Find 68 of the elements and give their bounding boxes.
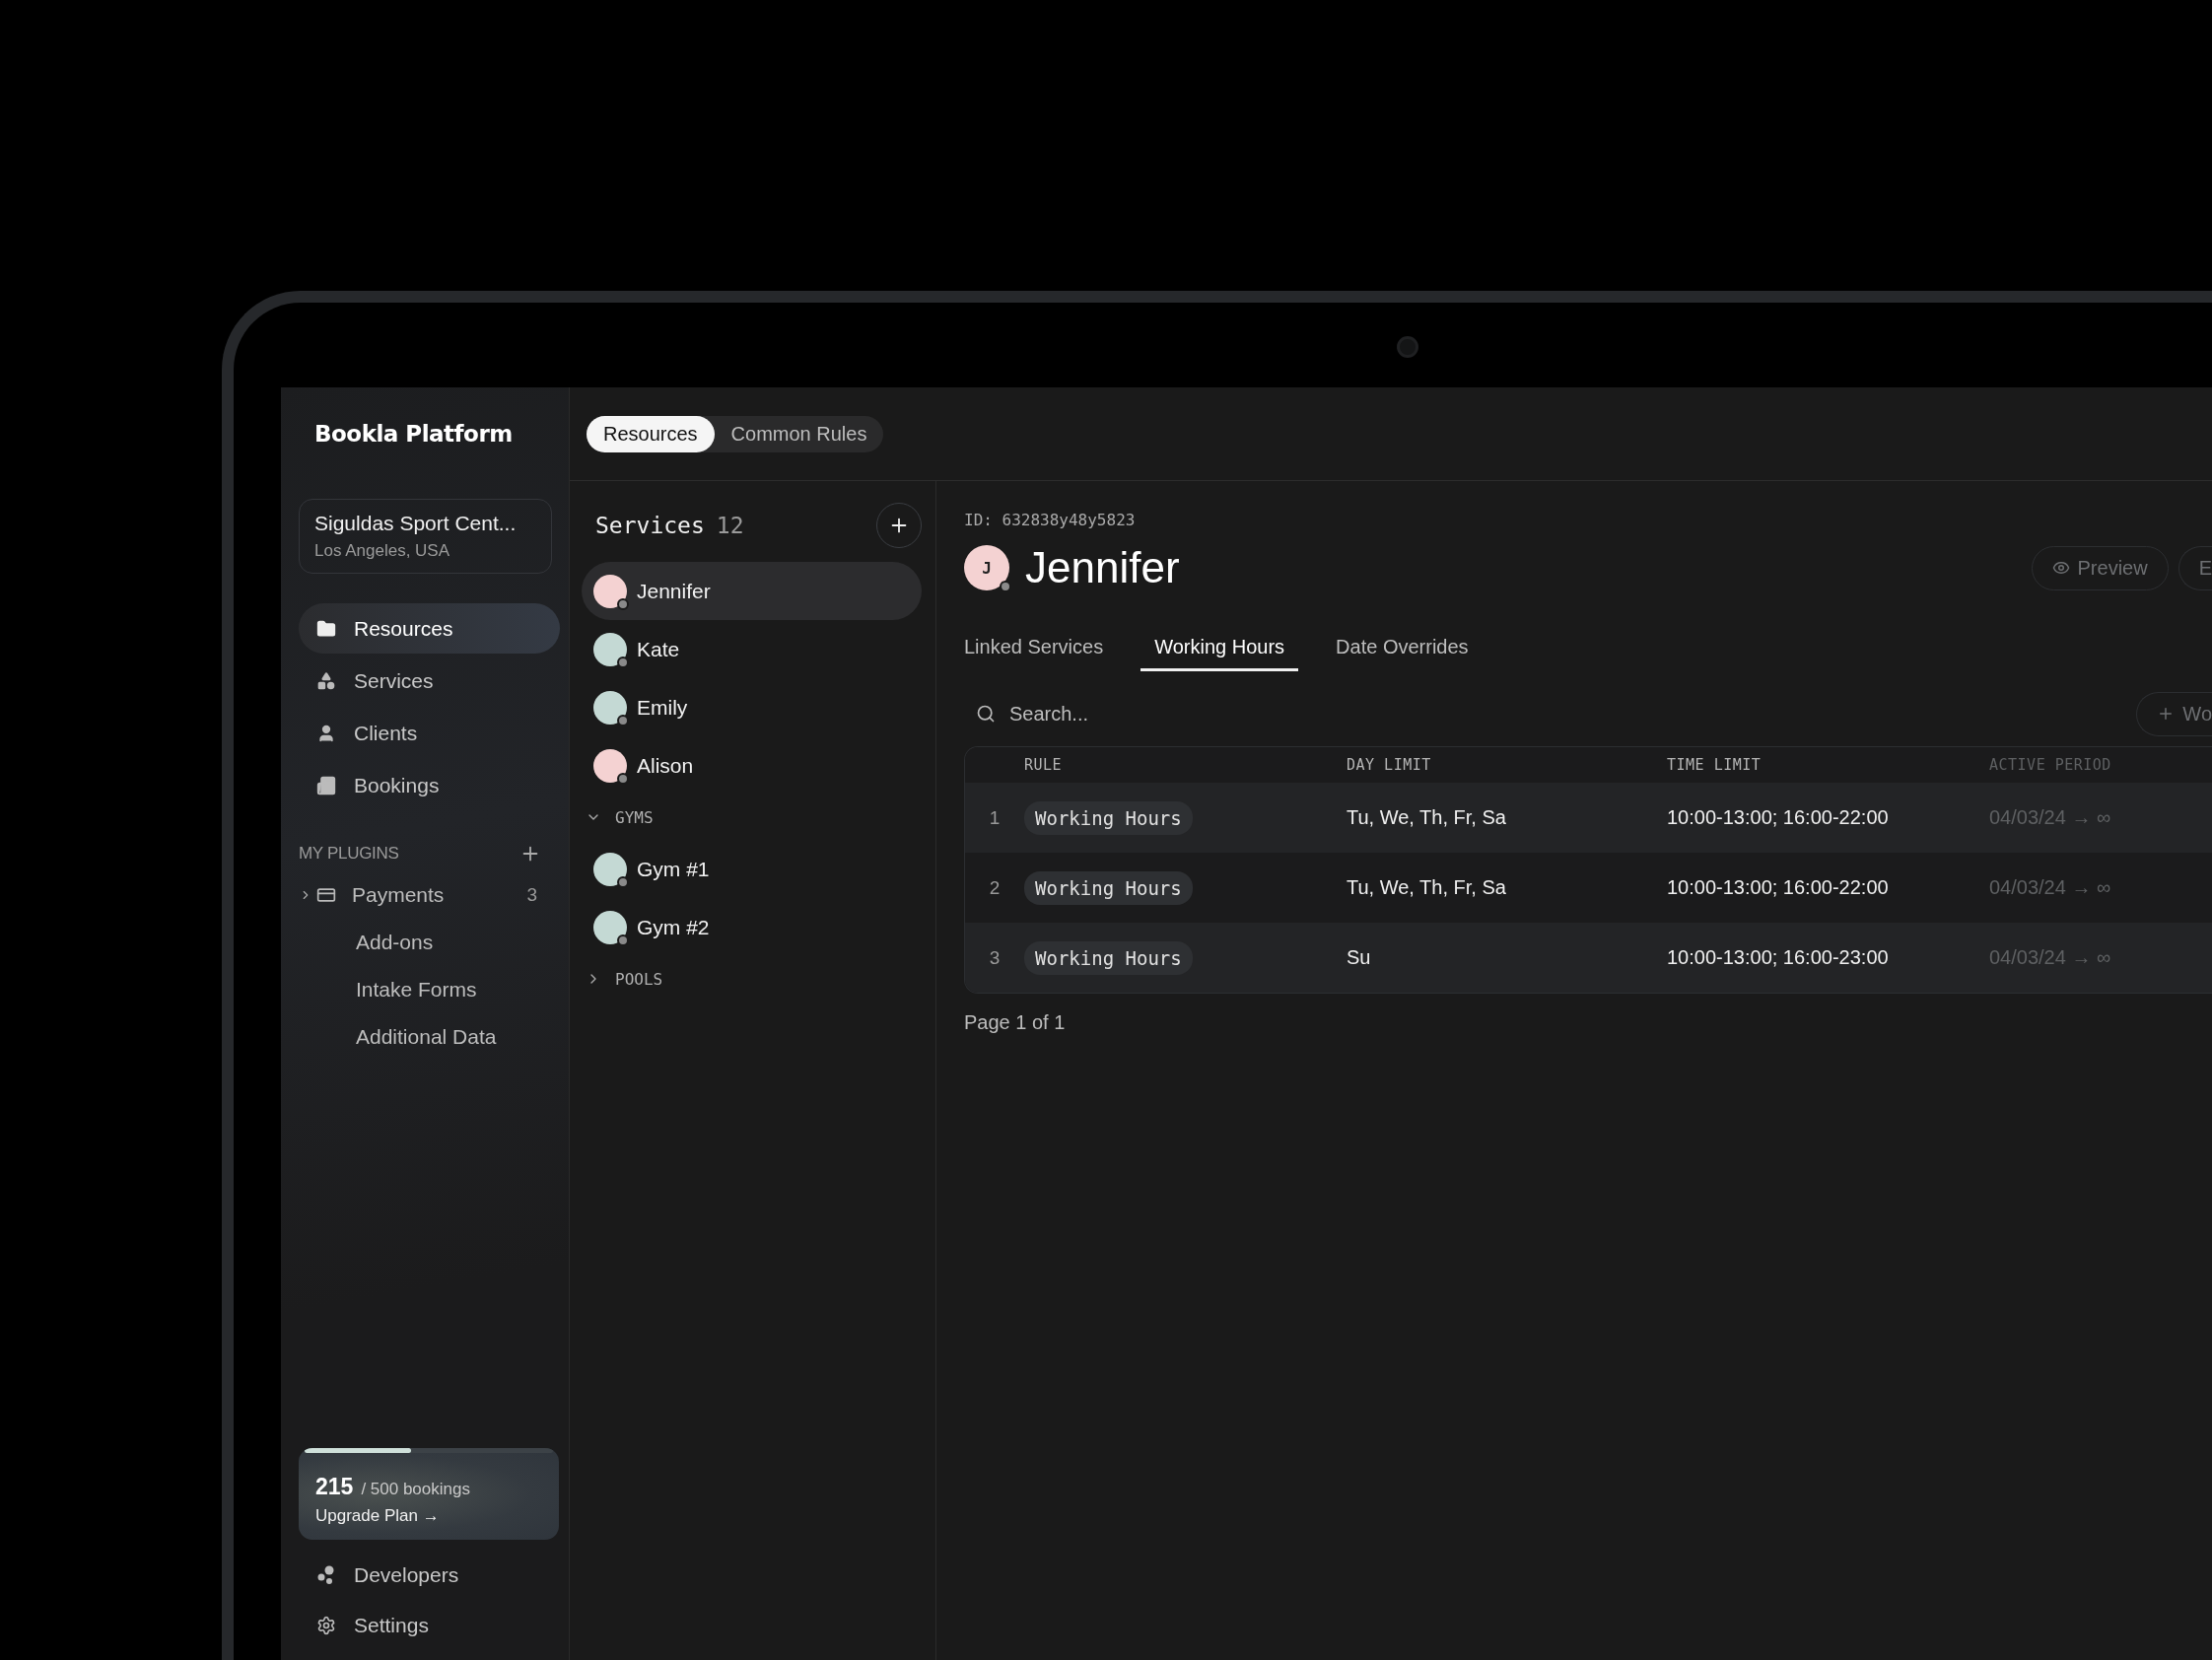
table-cell-text: Su — [1347, 946, 1372, 969]
nav-item[interactable]: Clients — [299, 708, 560, 758]
workspace-location: Los Angeles, USA — [314, 541, 451, 561]
resource-name: Jennifer — [1025, 543, 1180, 592]
resource-id: ID: 632838y48y5823 — [964, 511, 1136, 529]
list-icon — [316, 775, 336, 795]
nav-item[interactable]: Services — [299, 656, 560, 706]
tab[interactable]: Common Rules — [714, 415, 884, 452]
nav-item[interactable]: Settings — [299, 1600, 560, 1650]
tab[interactable]: Working Hours — [1141, 636, 1299, 671]
table-cell-text: Tu, We, Th, Fr, Sa — [1347, 806, 1507, 829]
resource-item[interactable]: Alison — [582, 736, 922, 795]
column-header: RULE — [1024, 756, 1064, 774]
rule-tag: Working Hours — [1024, 800, 1193, 835]
nav-item[interactable]: Bookings — [299, 760, 560, 810]
row-number: 2 — [989, 876, 1001, 899]
card-icon — [316, 885, 336, 905]
search-icon — [976, 704, 996, 724]
plugin-item[interactable]: Add-ons — [299, 919, 551, 966]
pagination-text: Page 1 of 1 — [964, 1011, 1066, 1034]
plugin-item[interactable]: Intake Forms — [299, 966, 551, 1013]
table-cell-text: 04/03/24 → ∞ — [1989, 806, 2112, 829]
group-header[interactable]: GYMS — [582, 795, 922, 840]
panel-title: Services 12 — [595, 513, 744, 538]
column-header: DAY LIMIT — [1347, 756, 1432, 774]
table-row[interactable]: 1 Working Hours Tu, We, Th, Fr, Sa 10:00-13:00; 16:00-22:00 04/03/24 → ∞ — [965, 783, 2212, 853]
table-cell-text: 10:00-13:00; 16:00-23:00 — [1667, 946, 1890, 969]
table-cell-text: 10:00-13:00; 16:00-22:00 — [1667, 806, 1890, 829]
upgrade-link[interactable]: Upgrade Plan → — [315, 1506, 440, 1526]
section-title: MY PLUGINS — [299, 844, 399, 864]
brand-logo: Bookla Platform — [313, 420, 514, 449]
avatar: J — [964, 545, 1009, 590]
row-number: 3 — [989, 946, 1001, 969]
shapes-icon — [316, 670, 336, 691]
tab[interactable]: Resources — [587, 415, 715, 452]
search-field[interactable]: Search... — [1007, 701, 1303, 726]
dots-icon — [316, 1564, 336, 1585]
camera-icon — [1397, 336, 1418, 358]
table-cell-text: Tu, We, Th, Fr, Sa — [1347, 876, 1507, 899]
resource-item[interactable]: Gym #1 — [582, 840, 922, 898]
settings-icon — [316, 1615, 336, 1635]
usage-count: 215 — [315, 1474, 354, 1500]
workspace-name: Siguldas Sport Cent... — [314, 512, 518, 535]
eye-icon — [2051, 559, 2070, 577]
column-header: TIME LIMIT — [1667, 756, 1763, 774]
rule-tag: Working Hours — [1024, 940, 1193, 975]
resource-item[interactable]: Gym #2 — [582, 898, 922, 956]
table-cell-text: 04/03/24 → ∞ — [1989, 946, 2112, 969]
user-icon — [316, 723, 336, 743]
workspace-switcher[interactable]: Siguldas Sport Cent... Los Angeles, USA — [299, 499, 552, 574]
resource-item[interactable]: Jennifer — [582, 562, 922, 620]
resource-item[interactable]: Emily — [582, 678, 922, 736]
tab[interactable]: Date Overrides — [1322, 636, 1483, 671]
column-header: ACTIVE PERIOD — [1989, 756, 2112, 774]
table-row[interactable]: 3 Working Hours Su 10:00-13:00; 16:00-23:00 04/03/24 → ∞ — [965, 923, 2212, 993]
plugin-item[interactable]: Additional Data — [299, 1013, 551, 1061]
group-header[interactable]: POOLS — [582, 956, 922, 1002]
nav-item[interactable]: Resources — [299, 603, 560, 654]
usage-total: / 500 bookings — [361, 1480, 470, 1499]
resource-item[interactable]: Kate — [582, 620, 922, 678]
table-cell-text: 04/03/24 → ∞ — [1989, 876, 2112, 899]
rule-tag: Working Hours — [1024, 870, 1193, 905]
tab[interactable]: Linked Services — [964, 636, 1118, 671]
row-number: 1 — [989, 806, 1001, 829]
nav-item[interactable]: Developers — [299, 1550, 560, 1600]
folder-icon — [316, 618, 336, 639]
plugin-item[interactable]: Payments 3 — [299, 871, 551, 919]
table-cell-text: 10:00-13:00; 16:00-22:00 — [1667, 876, 1890, 899]
